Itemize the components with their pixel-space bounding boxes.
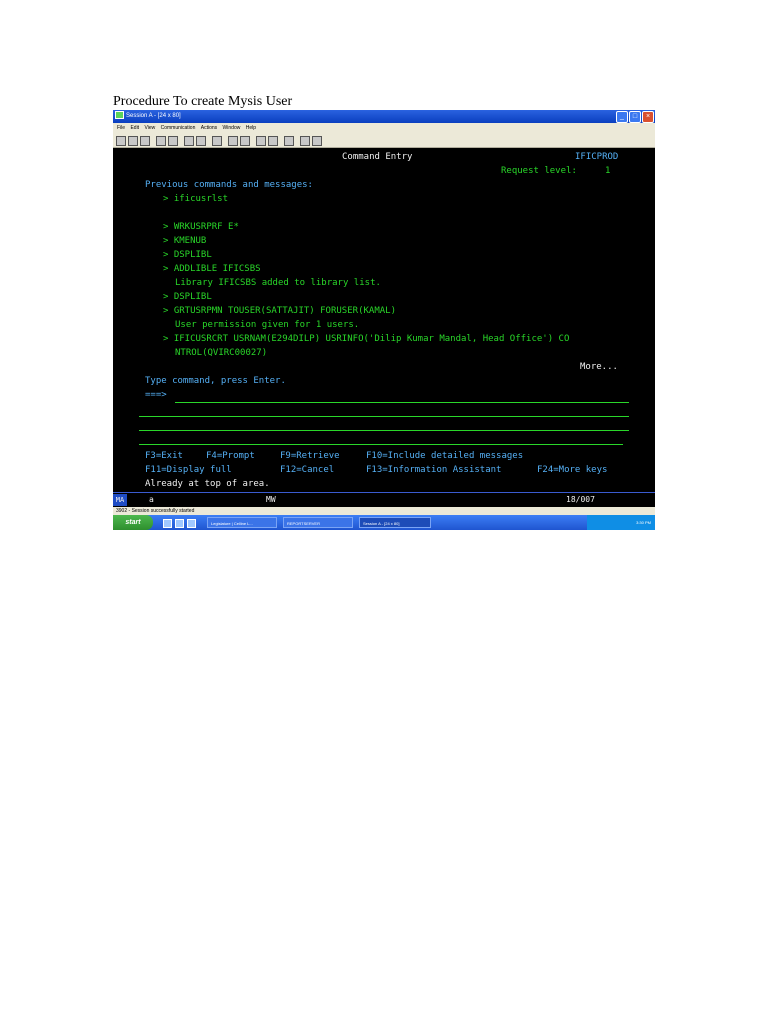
more-indicator: More... xyxy=(580,362,618,372)
history-line: > DSPLIBL xyxy=(163,250,212,260)
history-line-cont: NTROL(QVIRC00027) xyxy=(175,348,268,358)
fkey-f12[interactable]: F12=Cancel xyxy=(280,463,334,477)
window-title: Session A - [24 x 80] xyxy=(126,113,181,119)
display-icon[interactable] xyxy=(184,136,194,146)
operator-info-area: MA a MW 18/007 xyxy=(113,492,655,507)
color-icon[interactable] xyxy=(196,136,206,146)
help-icon[interactable] xyxy=(300,136,310,146)
map-icon[interactable] xyxy=(212,136,222,146)
menu-communication[interactable]: Communication xyxy=(161,125,196,131)
screenshot: Session A - [24 x 80] _ □ × File Edit View… xyxy=(113,110,655,530)
menu-view[interactable]: View xyxy=(144,125,155,131)
session-letter: a xyxy=(149,495,154,504)
toolbar xyxy=(113,133,655,148)
keypad-icon[interactable] xyxy=(284,136,294,146)
fkey-f4[interactable]: F4=Prompt xyxy=(206,449,255,463)
task-button[interactable]: REPORTSERVER xyxy=(283,517,353,528)
command-input-line[interactable] xyxy=(175,402,629,403)
command-input-line[interactable] xyxy=(139,444,623,445)
assistant-icon[interactable] xyxy=(312,136,322,146)
command-input-line[interactable] xyxy=(139,416,629,417)
fkey-f3[interactable]: F3=Exit xyxy=(145,449,183,463)
comm-status-bar: 3902 - Session successfully started xyxy=(113,507,655,515)
history-line: > KMENUB xyxy=(163,236,207,246)
system-tray: 3:30 PM xyxy=(587,515,655,530)
menu-bar: File Edit View Communication Actions Win… xyxy=(113,123,655,133)
task-button[interactable]: Legislature | Celline L... xyxy=(207,517,277,528)
input-prompt: ===> xyxy=(145,390,167,400)
fkey-f24[interactable]: F24=More keys xyxy=(537,463,607,477)
history-line: > ADDLIBLE IFICSBS xyxy=(163,264,261,274)
copy-icon[interactable] xyxy=(128,136,138,146)
document-title: Procedure To create Mysis User xyxy=(113,94,293,109)
cursor-position: 18/007 xyxy=(566,495,595,504)
quicklaunch-app-icon[interactable] xyxy=(187,519,196,528)
task-button-active[interactable]: Session A - [24 x 80] xyxy=(359,517,431,528)
menu-window[interactable]: Window xyxy=(223,125,241,131)
fkey-f10[interactable]: F10=Include detailed messages xyxy=(366,449,523,463)
menu-file[interactable]: File xyxy=(117,125,125,131)
menu-help[interactable]: Help xyxy=(246,125,256,131)
previous-header: Previous commands and messages: xyxy=(145,180,313,190)
menu-actions[interactable]: Actions xyxy=(201,125,217,131)
fkey-f11[interactable]: F11=Display full xyxy=(145,463,232,477)
print-icon[interactable] xyxy=(116,136,126,146)
status-message: Already at top of area. xyxy=(145,479,270,489)
history-line: > GRTUSRPMN TOUSER(SATTAJIT) FORUSER(KAM… xyxy=(163,306,396,316)
play-icon[interactable] xyxy=(240,136,250,146)
history-line: > ificusrlst xyxy=(163,194,229,204)
quicklaunch-ie-icon[interactable] xyxy=(163,519,172,528)
macro-icon[interactable] xyxy=(256,136,266,146)
history-message: User permission given for 1 users. xyxy=(175,320,360,330)
screen-title: Command Entry xyxy=(342,152,413,162)
receive-icon[interactable] xyxy=(168,136,178,146)
paste-icon[interactable] xyxy=(140,136,150,146)
request-level-label: Request level: xyxy=(501,166,577,176)
mode-indicator: MW xyxy=(266,495,276,504)
send-icon[interactable] xyxy=(156,136,166,146)
comm-status: 3902 - Session successfully started xyxy=(116,508,195,514)
start-button[interactable]: start xyxy=(113,515,153,530)
minimize-icon[interactable]: _ xyxy=(616,111,628,123)
record-icon[interactable] xyxy=(228,136,238,146)
history-line: > DSPLIBL xyxy=(163,292,212,302)
ma-indicator: MA xyxy=(113,494,127,506)
fkey-f13[interactable]: F13=Information Assistant xyxy=(366,463,501,477)
command-prompt: Type command, press Enter. xyxy=(145,376,286,386)
taskbar: start Legislature | Celline L... REPORTS… xyxy=(113,515,655,530)
request-level: 1 xyxy=(605,166,611,176)
history-line: > WRKUSRPRF E* xyxy=(163,222,239,232)
window-titlebar[interactable]: Session A - [24 x 80] _ □ × xyxy=(113,110,655,123)
session-icon xyxy=(115,111,124,120)
fkey-f9[interactable]: F9=Retrieve xyxy=(280,449,340,463)
macro-play-icon[interactable] xyxy=(268,136,278,146)
command-input-line[interactable] xyxy=(139,430,629,431)
maximize-icon[interactable]: □ xyxy=(629,111,641,123)
close-icon[interactable]: × xyxy=(642,111,654,123)
quicklaunch-desktop-icon[interactable] xyxy=(175,519,184,528)
clock: 3:30 PM xyxy=(636,520,651,525)
history-message: Library IFICSBS added to library list. xyxy=(175,278,381,288)
system-name: IFICPROD xyxy=(575,152,619,162)
menu-edit[interactable]: Edit xyxy=(130,125,139,131)
terminal-screen[interactable]: Command Entry IFICPROD Request level: 1 … xyxy=(113,148,655,492)
history-line: > IFICUSRCRT USRNAM(E294DILP) USRINFO('D… xyxy=(163,334,570,344)
